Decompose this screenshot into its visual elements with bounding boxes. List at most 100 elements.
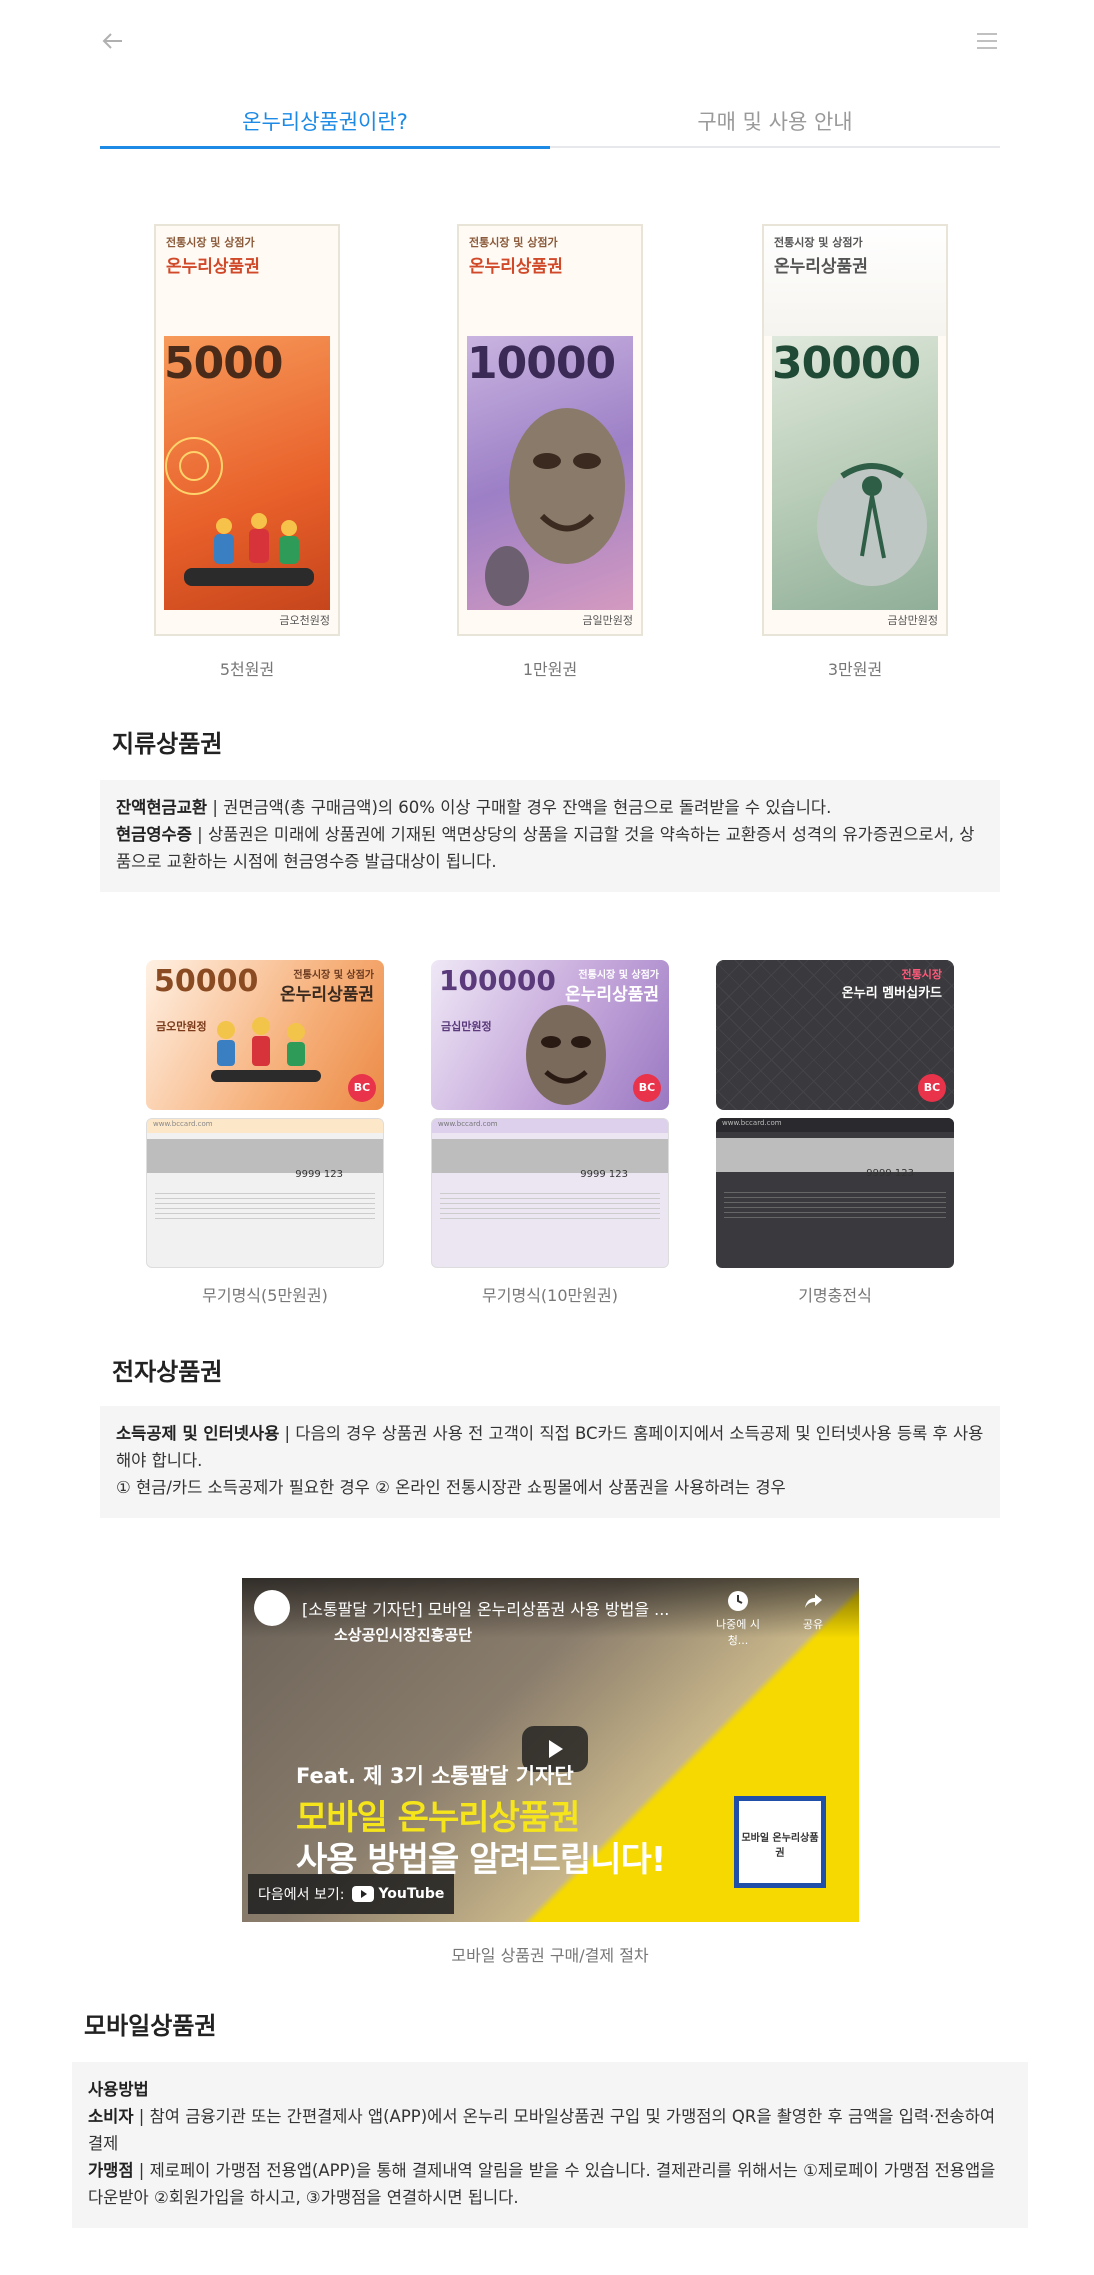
watch-on-label: 다음에서 보기: <box>258 1887 345 1903</box>
section-title-paper: 지류상품권 <box>112 730 223 758</box>
voucher-face-text: 금일만원정 <box>582 614 633 627</box>
magnetic-strip <box>432 1139 668 1173</box>
video-caption: 모바일 상품권 구매/결제 절차 <box>451 1946 649 1965</box>
card-back-web: www.bccard.com <box>147 1119 383 1133</box>
mobile-voucher-badge: 모바일 온누리상품권 <box>734 1796 826 1888</box>
youtube-icon <box>352 1886 375 1902</box>
share-icon <box>805 1594 822 1608</box>
info-heading: 사용방법 <box>88 2076 1012 2103</box>
back-arrow-icon[interactable] <box>100 28 126 54</box>
voucher-30000-image: 전통시장 및 상점가 온누리상품권 30000 금삼만원정 <box>762 224 948 636</box>
info-term: 소득공제 및 인터넷사용 <box>116 1424 280 1443</box>
card-brand-top: 전통시장 <box>901 968 942 981</box>
voucher-subtitle: 전통시장 및 상점가 <box>166 236 255 249</box>
section-title-mobile: 모바일상품권 <box>84 2012 217 2040</box>
bc-logo-icon: BC <box>918 1074 946 1102</box>
info-text: | 참여 금융기관 또는 간편결제사 앱(APP)에서 온누리 모바일상품권 구… <box>88 2107 996 2153</box>
voucher-denomination: 10000 <box>467 338 616 389</box>
card-back-text <box>155 1193 375 1223</box>
card-brand-top: 전통시장 및 상점가 <box>578 970 659 981</box>
voucher-face-text: 금삼만원정 <box>887 614 938 627</box>
tab-bar: 온누리상품권이란? 구매 및 사용 안내 <box>100 100 1000 149</box>
info-term: 잔액현금교환 <box>116 798 208 817</box>
tab-about[interactable]: 온누리상품권이란? <box>100 100 550 149</box>
voucher-header: 전통시장 및 상점가 온누리상품권 <box>156 226 338 336</box>
magnetic-strip <box>147 1139 383 1173</box>
info-box-electronic: 소득공제 및 인터넷사용 | 다음의 경우 상품권 사용 전 고객이 직접 BC… <box>100 1406 1000 1518</box>
card-caption: 무기명식(10만원권) <box>482 1286 618 1305</box>
card-amount: 50000 <box>154 964 259 999</box>
card-back-text <box>724 1192 946 1222</box>
voucher-name: 온누리상품권 <box>166 257 260 277</box>
card-number: 9999 123 <box>866 1168 914 1179</box>
voucher-caption: 5천원권 <box>219 660 275 679</box>
video-player[interactable]: [소통팔달 기자단] 모바일 온누리상품권 사용 방법을 ... 소상공인시장진… <box>242 1578 859 1922</box>
gift-card-50000: 50000 전통시장 및 상점가 온누리상품권 금오만원정 BC www.bcc… <box>146 960 384 1268</box>
card-number: 9999 123 <box>580 1169 628 1180</box>
info-term: 사용방법 <box>88 2080 149 2099</box>
mask-illustration <box>526 1005 606 1105</box>
top-bar <box>100 0 1000 80</box>
watch-later-button[interactable]: 나중에 시청... <box>706 1590 770 1648</box>
card-back-text <box>440 1193 660 1223</box>
bc-logo-icon: BC <box>633 1074 661 1102</box>
watch-on-youtube-bar[interactable]: 다음에서 보기: YouTube <box>248 1874 455 1914</box>
menu-icon[interactable] <box>974 28 1000 54</box>
magnetic-strip <box>716 1138 954 1172</box>
gift-card-membership: 전통시장 온누리 멤버십카드 BC www.bccard.com 9999 12… <box>716 960 954 1268</box>
card-front: 50000 전통시장 및 상점가 온누리상품권 금오만원정 BC <box>146 960 384 1110</box>
voucher-denomination: 30000 <box>772 338 921 389</box>
bc-logo-icon: BC <box>348 1074 376 1102</box>
clock-icon <box>728 1591 748 1611</box>
youtube-logo: YouTube <box>352 1886 444 1902</box>
channel-avatar[interactable] <box>254 1590 290 1626</box>
info-term: 소비자 <box>88 2107 134 2126</box>
info-term: 가맹점 <box>88 2161 134 2180</box>
voucher-face-text: 금오천원정 <box>279 614 330 627</box>
card-back: www.bccard.com 9999 123 <box>146 1118 384 1268</box>
gift-card-100000: 100000 전통시장 및 상점가 온누리상품권 금십만원정 BC www.bc… <box>431 960 669 1268</box>
voucher-caption: 1만원권 <box>522 660 578 679</box>
card-amount: 100000 <box>439 964 556 997</box>
info-line: 소비자 | 참여 금융기관 또는 간편결제사 앱(APP)에서 온누리 모바일상… <box>88 2103 1012 2157</box>
voucher-10000-image: 전통시장 및 상점가 온누리상품권 10000 금일만원정 <box>457 224 643 636</box>
info-text: | 권면금액(총 구매금액)의 60% 이상 구매할 경우 잔액을 현금으로 돌… <box>207 798 832 817</box>
card-number: 9999 123 <box>295 1169 343 1180</box>
card-caption: 기명충전식 <box>798 1286 872 1305</box>
info-text: | 상품권은 미래에 상품권에 기재된 액면상당의 상품을 지급할 것을 약속하… <box>116 825 975 871</box>
watch-later-label: 나중에 시청... <box>716 1618 760 1647</box>
info-box-paper: 잔액현금교환 | 권면금액(총 구매금액)의 60% 이상 구매할 경우 잔액을… <box>100 780 1000 892</box>
card-back: www.bccard.com 9999 123 <box>431 1118 669 1268</box>
voucher-header: 전통시장 및 상점가 온누리상품권 <box>764 226 946 336</box>
info-line: 소득공제 및 인터넷사용 | 다음의 경우 상품권 사용 전 고객이 직접 BC… <box>116 1420 984 1474</box>
card-caption: 무기명식(5만원권) <box>202 1286 328 1305</box>
card-label: 금오만원정 <box>156 1020 207 1033</box>
info-term: 현금영수증 <box>116 825 192 844</box>
folk-figures-illustration <box>211 1017 321 1082</box>
voucher-name: 온누리상품권 <box>774 257 868 277</box>
info-line: 잔액현금교환 | 권면금액(총 구매금액)의 60% 이상 구매할 경우 잔액을… <box>116 794 984 821</box>
info-box-mobile: 사용방법 소비자 | 참여 금융기관 또는 간편결제사 앱(APP)에서 온누리… <box>72 2062 1028 2228</box>
card-back: www.bccard.com 9999 123 <box>716 1118 954 1268</box>
channel-name: 소상공인시장진흥공단 <box>334 1626 473 1644</box>
voucher-name: 온누리상품권 <box>469 257 563 277</box>
voucher-caption: 3만원권 <box>827 660 883 679</box>
card-front: 전통시장 온누리 멤버십카드 BC <box>716 960 954 1110</box>
voucher-subtitle: 전통시장 및 상점가 <box>469 236 558 249</box>
video-title[interactable]: [소통팔달 기자단] 모바일 온누리상품권 사용 방법을 ... <box>302 1596 669 1620</box>
info-line: 현금영수증 | 상품권은 미래에 상품권에 기재된 액면상당의 상품을 지급할 … <box>116 821 984 875</box>
info-line: 가맹점 | 제로페이 가맹점 전용앱(APP)을 통해 결제내역 알림을 받을 … <box>88 2157 1012 2211</box>
share-button[interactable]: 공유 <box>790 1590 836 1632</box>
voucher-5000-image: 전통시장 및 상점가 온누리상품권 5000 금오천원정 <box>154 224 340 636</box>
tab-purchase-guide[interactable]: 구매 및 사용 안내 <box>550 100 1000 146</box>
card-brand: 온누리상품권 <box>280 985 374 1005</box>
voucher-header: 전통시장 및 상점가 온누리상품권 <box>459 226 641 336</box>
card-front: 100000 전통시장 및 상점가 온누리상품권 금십만원정 BC <box>431 960 669 1110</box>
card-brand: 온누리 멤버십카드 <box>841 986 942 1001</box>
card-back-web: www.bccard.com <box>432 1119 668 1133</box>
info-text: | 제로페이 가맹점 전용앱(APP)을 통해 결제내역 알림을 받을 수 있습… <box>88 2161 996 2207</box>
voucher-subtitle: 전통시장 및 상점가 <box>774 236 863 249</box>
youtube-wordmark: YouTube <box>378 1886 445 1902</box>
card-brand-top: 전통시장 및 상점가 <box>293 970 374 981</box>
video-feat-text: Feat. 제 3기 소통팔달 기자단 <box>296 1764 574 1788</box>
